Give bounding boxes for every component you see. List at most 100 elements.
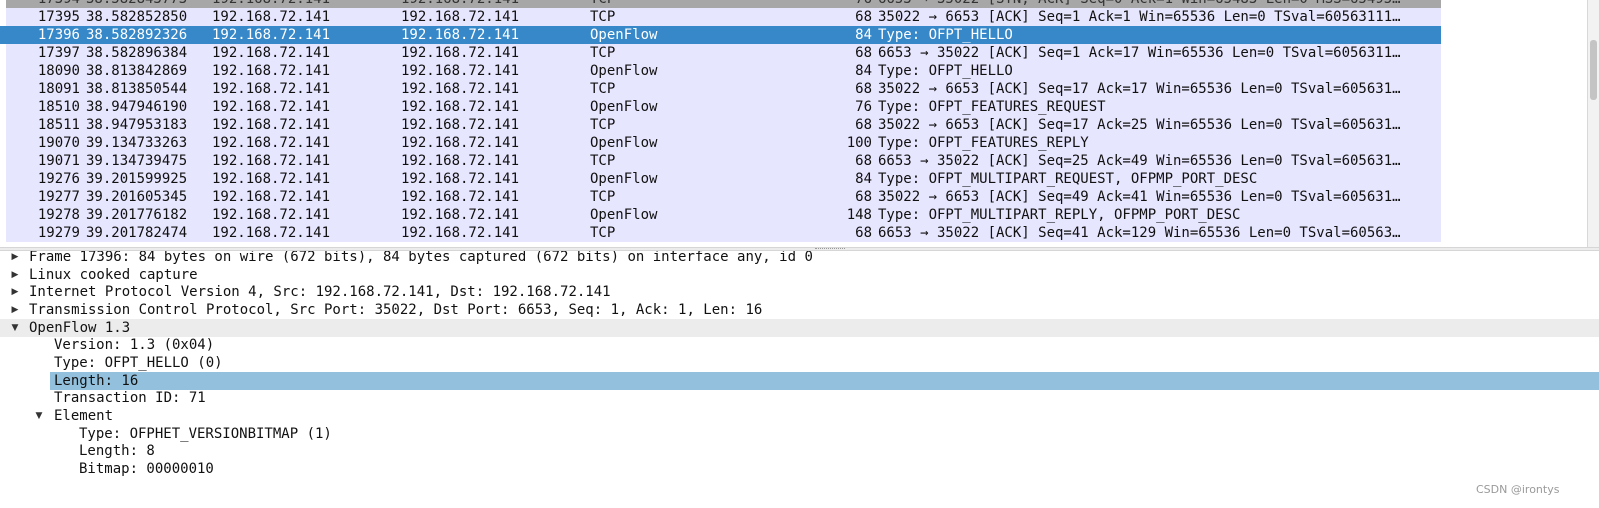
cell-source: 192.168.72.141 (212, 99, 331, 115)
triangle-right-icon[interactable]: ▶ (9, 251, 21, 266)
cell-protocol: TCP (590, 81, 616, 97)
cell-length: 76 (855, 99, 872, 115)
detail-field[interactable]: Type: OFPHET_VERSIONBITMAP (1) (0, 425, 1599, 443)
cell-protocol: TCP (590, 0, 750, 8)
packet-row[interactable]: 18511 38.947953183 192.168.72.141 192.168.7… (0, 116, 1441, 134)
packet-row[interactable]: 18090 38.813842869 192.168.72.141 192.168.7… (0, 62, 1441, 80)
detail-field[interactable]: Length: 16 (0, 371, 1599, 390)
detail-text: Frame 17396: 84 bytes on wire (672 bits)… (29, 251, 813, 265)
packet-row[interactable]: 19279 39.201782474 192.168.72.141 192.168.7… (0, 224, 1441, 242)
cell-no: 19276 (37, 171, 80, 187)
packet-row[interactable]: 19278 39.201776182 192.168.72.141 192.168.7… (0, 206, 1441, 224)
detail-text: Bitmap: 00000010 (79, 460, 214, 477)
detail-text: Version: 1.3 (0x04) (54, 337, 215, 354)
detail-field[interactable]: Transaction ID: 71 (0, 389, 1599, 407)
cell-protocol: OpenFlow (590, 135, 658, 151)
cell-time: 38.813850544 (86, 81, 188, 97)
packet-row[interactable]: 18510 38.947946190 192.168.72.141 192.168.7… (0, 98, 1441, 116)
cell-no: 17394 (6, 0, 80, 8)
cell-destination: 192.168.72.141 (401, 171, 520, 187)
cell-source: 192.168.72.141 (212, 63, 331, 79)
cell-length: 84 (855, 171, 872, 187)
cell-no: 19277 (37, 189, 80, 205)
cell-info: 35022 → 6653 [ACK] Seq=17 Ack=17 Win=655… (878, 81, 1401, 97)
cell-time: 39.201782474 (86, 225, 188, 241)
cell-no: 17397 (37, 45, 80, 61)
cell-source: 192.168.72.141 (212, 27, 331, 43)
cell-length: 68 (855, 81, 872, 97)
detail-subtree[interactable]: ▶ Linux cooked capture (0, 266, 1599, 284)
cell-destination: 192.168.72.141 (401, 225, 520, 241)
cell-destination: 192.168.72.141 (401, 189, 520, 205)
packet-row[interactable]: 17397 38.582896384 192.168.72.141 192.168.7… (0, 44, 1441, 62)
cell-length: 84 (855, 27, 872, 43)
cell-no: 19071 (37, 153, 80, 169)
packet-row[interactable]: 18091 38.813850544 192.168.72.141 192.168.7… (0, 80, 1441, 98)
cell-length: 68 (855, 189, 872, 205)
detail-text: Internet Protocol Version 4, Src: 192.16… (29, 284, 611, 301)
cell-protocol: TCP (590, 189, 616, 205)
cell-info: 6653 → 35022 [ACK] Seq=25 Ack=49 Win=655… (878, 153, 1401, 169)
cell-source: 192.168.72.141 (212, 153, 331, 169)
watermark: CSDN @irontys (1476, 483, 1560, 496)
cell-length: 76 (760, 0, 872, 8)
cell-source: 192.168.72.141 (212, 189, 331, 205)
cell-info: 35022 → 6653 [ACK] Seq=17 Ack=25 Win=655… (878, 117, 1401, 133)
cell-info: Type: OFPT_HELLO (878, 63, 1013, 79)
cell-destination: 192.168.72.141 (401, 9, 520, 25)
triangle-right-icon[interactable]: ▶ (9, 266, 21, 284)
detail-subtree[interactable]: ▶ Frame 17396: 84 bytes on wire (672 bits… (0, 251, 1599, 266)
cell-protocol: OpenFlow (590, 99, 658, 115)
packet-row-partial[interactable]: 17394 38.582843773 192.168.72.141 192.16… (0, 0, 1441, 8)
packet-row[interactable]: 19070 39.134733263 192.168.72.141 192.168.7… (0, 134, 1441, 152)
selected-field-highlight (50, 371, 1599, 390)
cell-protocol: TCP (590, 45, 616, 61)
triangle-right-icon[interactable]: ▶ (9, 283, 21, 301)
detail-subtree[interactable]: ▼ Element (0, 407, 1599, 425)
detail-subtree[interactable]: ▶ Internet Protocol Version 4, Src: 192.1… (0, 283, 1599, 301)
cell-info: 6653 → 35022 [SYN, ACK] Seq=0 Ack=1 Win=… (878, 0, 1438, 8)
packet-row[interactable]: 19071 39.134739475 192.168.72.141 192.168.7… (0, 152, 1441, 170)
cell-no: 17396 (37, 27, 80, 43)
packet-list-scrollbar[interactable] (1587, 0, 1599, 247)
cell-length: 68 (855, 9, 872, 25)
detail-text: Linux cooked capture (29, 266, 198, 283)
detail-text: Type: OFPHET_VERSIONBITMAP (1) (79, 425, 332, 442)
triangle-right-icon[interactable]: ▶ (9, 301, 21, 319)
packet-row[interactable]: 19277 39.201605345 192.168.72.141 192.168.7… (0, 188, 1441, 206)
packet-details-pane[interactable]: ▶ Frame 17396: 84 bytes on wire (672 bits… (0, 251, 1599, 508)
cell-source: 192.168.72.141 (212, 225, 331, 241)
cell-time: 38.947953183 (86, 117, 188, 133)
cell-source: 192.168.72.141 (212, 117, 331, 133)
cell-length: 84 (855, 63, 872, 79)
detail-field[interactable]: Type: OFPT_HELLO (0) (0, 354, 1599, 372)
cell-length: 148 (846, 207, 872, 223)
detail-subtree[interactable]: ▶ Transmission Control Protocol, Src Port… (0, 301, 1599, 319)
packet-row-selected[interactable]: 17396 38.582892326 192.168.72.141 192.168.7… (0, 26, 1441, 44)
triangle-down-icon[interactable]: ▼ (33, 407, 45, 425)
cell-no: 17395 (37, 9, 80, 25)
cell-source: 192.168.72.141 (212, 0, 398, 8)
packet-list-pane[interactable]: 17394 38.582843773 192.168.72.141 192.16… (0, 0, 1599, 247)
cell-destination: 192.168.72.141 (401, 117, 520, 133)
cell-source: 192.168.72.141 (212, 171, 331, 187)
triangle-down-icon[interactable]: ▼ (9, 319, 21, 337)
packet-row[interactable]: 17395 38.582852850 192.168.72.141 192.168.7… (0, 8, 1441, 26)
cell-destination: 192.168.72.141 (401, 153, 520, 169)
detail-field[interactable]: Bitmap: 00000010 (0, 460, 1599, 478)
detail-field[interactable]: Version: 1.3 (0x04) (0, 336, 1599, 354)
cell-source: 192.168.72.141 (212, 81, 331, 97)
detail-subtree[interactable]: ▼ OpenFlow 1.3 (0, 318, 1599, 337)
cell-info: 6653 → 35022 [ACK] Seq=1 Ack=17 Win=6553… (878, 45, 1401, 61)
detail-text: Length: 16 (54, 372, 139, 389)
cell-info: 6653 → 35022 [ACK] Seq=41 Ack=129 Win=65… (878, 225, 1401, 241)
scrollbar-thumb[interactable] (1590, 40, 1597, 100)
detail-text: Element (54, 407, 114, 424)
cell-time: 39.134739475 (86, 153, 188, 169)
detail-field[interactable]: Length: 8 (0, 442, 1599, 460)
cell-length: 68 (855, 153, 872, 169)
packet-row[interactable]: 19276 39.201599925 192.168.72.141 192.168.7… (0, 170, 1441, 188)
cell-time: 38.582892326 (86, 27, 188, 43)
cell-time: 38.582896384 (86, 45, 188, 61)
cell-destination: 192.168.72.141 (401, 135, 520, 151)
